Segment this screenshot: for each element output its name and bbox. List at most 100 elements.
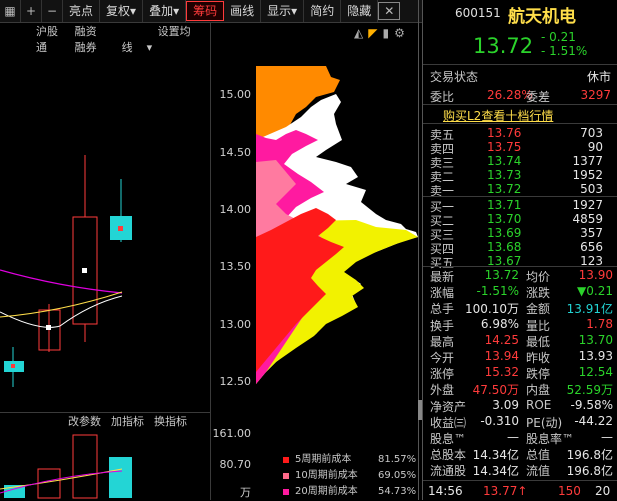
ask-price: 13.76 — [487, 126, 522, 140]
divider — [423, 266, 617, 267]
bid-price: 13.68 — [487, 240, 522, 254]
stat-value: 12.54 — [578, 365, 613, 380]
simple-button[interactable]: 简约 — [304, 0, 342, 22]
stat-label: 最高 — [430, 334, 455, 349]
stat-label: 流值 — [526, 464, 551, 479]
chips-button[interactable]: 筹码 — [186, 1, 225, 21]
draw-line-button[interactable]: 画线 — [224, 0, 262, 22]
stat-value: -9.58% — [570, 397, 613, 412]
chevron-down-icon: ▾ — [173, 4, 180, 18]
change-value: - 0.21 — [541, 30, 576, 44]
tick-price: 13.77↑ — [483, 484, 528, 498]
kline-chart[interactable] — [0, 42, 210, 412]
stat-value: -1.51% — [476, 284, 519, 299]
plus-icon[interactable]: + — [21, 0, 42, 22]
axis-label: 万 — [240, 486, 251, 499]
display-label: 显示 — [267, 4, 292, 18]
change-indicator-button[interactable]: 换指标 — [154, 413, 187, 433]
stat-label: 内盘 — [526, 383, 551, 398]
stat-label: PE(动) — [526, 415, 563, 430]
legend-label: 10周期前成本 — [295, 470, 358, 481]
chart-toolbar: ▦ + − 亮点 复权▾ 叠加▾ 筹码 画线 显示▾ 简约 隐藏 ✕ — [0, 0, 422, 23]
bid-volume: 4859 — [572, 212, 603, 226]
tick-row: 14:56 13.77↑ 150 20 — [423, 480, 617, 501]
axis-label: 80.70 — [219, 458, 252, 471]
legend-pct: 54.73% — [378, 486, 417, 497]
stat-value: 13.70 — [578, 332, 613, 347]
stat-label: 量比 — [526, 318, 551, 333]
margin-link[interactable]: 融资融券 — [75, 23, 108, 54]
bid-volume: 656 — [580, 240, 603, 254]
stat-value: 13.72 — [484, 268, 519, 282]
axis-label: 14.00 — [219, 203, 252, 216]
legend-row: 10周期前成本 69.05% — [283, 468, 418, 484]
status-value: 休市 — [586, 70, 611, 84]
stat-value: — — [507, 430, 519, 444]
legend-swatch — [283, 457, 289, 463]
chevron-down-icon: ▾ — [291, 4, 298, 18]
legend-label: 5周期前成本 — [295, 454, 352, 465]
tick-count: 20 — [595, 484, 611, 498]
axis-label: 12.50 — [219, 375, 252, 388]
stat-label: 总手 — [430, 302, 455, 317]
stat-label: 涨幅 — [430, 286, 455, 301]
l2-link[interactable]: 购买L2查看十档行情 — [443, 107, 553, 124]
legend-label: 20周期前成本 — [295, 486, 358, 497]
stock-code: 600151 — [455, 6, 501, 20]
axis-label: 161.00 — [212, 427, 252, 440]
stat-label: 流通股 — [430, 464, 467, 479]
axis-label: 13.00 — [219, 318, 252, 331]
stat-value: 3.09 — [492, 397, 519, 412]
stat-label: 涨跌 — [526, 286, 551, 301]
ma-settings-link[interactable]: 设置均线 ▾ — [122, 23, 196, 54]
ask-volume: 503 — [580, 182, 603, 196]
edit-params-button[interactable]: 改参数 — [68, 413, 101, 433]
status-label: 交易状态 — [430, 70, 479, 84]
hk-connect-link[interactable]: 沪股通 — [36, 23, 61, 54]
chip-distribution-chart — [256, 66, 418, 384]
stat-value: 196.8亿 — [566, 464, 613, 479]
tick-time: 14:56 — [428, 484, 463, 498]
axis-label: 14.50 — [219, 146, 252, 159]
minus-icon[interactable]: − — [42, 0, 63, 22]
divider — [423, 64, 617, 65]
volume-chart[interactable] — [0, 433, 210, 500]
stat-label: 涨停 — [430, 367, 455, 382]
legend-row: 20周期前成本 54.73% — [283, 484, 418, 500]
divider — [418, 0, 419, 500]
overlay-button[interactable]: 叠加▾ — [143, 0, 187, 22]
stat-label: 换手 — [430, 318, 455, 333]
weicha-label: 委差 — [526, 90, 551, 104]
stat-value: 6.98% — [480, 316, 519, 331]
legend-pct: 81.57% — [378, 454, 417, 465]
bid-price: 13.71 — [487, 198, 522, 212]
highlight-button[interactable]: 亮点 — [63, 0, 101, 22]
stat-value: 13.94 — [484, 349, 519, 363]
stat-value: 13.93 — [578, 349, 613, 363]
hide-button[interactable]: 隐藏 — [341, 0, 379, 22]
add-indicator-button[interactable]: 加指标 — [111, 413, 144, 433]
stat-label: 金额 — [526, 302, 551, 317]
stat-label: 股息™ — [430, 432, 467, 446]
stat-label: 最低 — [526, 334, 551, 349]
stat-value: -0.310 — [480, 413, 519, 428]
grid-icon[interactable]: ▦ — [0, 0, 21, 22]
stat-value: 196.8亿 — [566, 448, 613, 463]
ask-price: 13.74 — [487, 154, 522, 168]
close-icon[interactable]: ✕ — [378, 2, 401, 20]
last-price: 13.72 — [473, 34, 534, 58]
price-axis: 15.00 14.50 14.00 13.50 13.00 12.50 161.… — [210, 22, 257, 500]
display-button[interactable]: 显示▾ — [261, 0, 305, 22]
bid-price: 13.69 — [487, 226, 522, 240]
weibi-label: 委比 — [430, 90, 455, 104]
stat-label: 总股本 — [430, 448, 467, 463]
indicator-bar: 沪股通 融资融券 设置均线 ▾ — [0, 23, 210, 54]
stat-value: 15.32 — [484, 365, 519, 380]
overlay-label: 叠加 — [149, 4, 174, 18]
stat-label: 收益㈢ — [430, 415, 467, 430]
adjust-button[interactable]: 复权▾ — [100, 0, 144, 22]
volume-bar — [109, 457, 132, 498]
change-block: - 0.21 - 1.51% — [541, 30, 587, 58]
stat-label: 股息率™ — [526, 432, 575, 446]
ask-price: 13.73 — [487, 168, 522, 182]
